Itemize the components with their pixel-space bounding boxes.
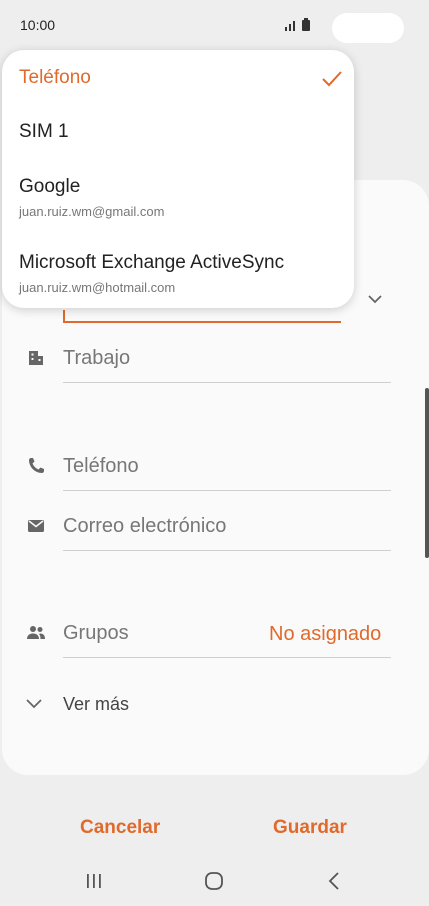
option-title: Microsoft Exchange ActiveSync <box>19 252 285 273</box>
back-icon[interactable] <box>319 867 349 895</box>
option-title: Google <box>19 176 81 197</box>
field-underline <box>63 382 391 383</box>
envelope-icon <box>28 520 44 532</box>
battery-icon <box>302 18 311 32</box>
navigation-bar <box>0 855 429 906</box>
field-label-phone: Teléfono <box>63 455 139 477</box>
option-subtitle: juan.ruiz.wm@gmail.com <box>19 204 165 219</box>
field-label-groups: Grupos <box>63 622 129 644</box>
save-button[interactable]: Guardar <box>273 817 347 839</box>
recent-apps-icon[interactable] <box>79 867 109 895</box>
field-underline <box>63 657 391 658</box>
signal-icon <box>285 20 295 31</box>
field-underline <box>63 550 391 551</box>
chevron-down-icon[interactable] <box>366 290 384 308</box>
status-time: 10:00 <box>20 17 56 33</box>
option-title: SIM 1 <box>19 121 69 142</box>
field-underline <box>63 490 391 491</box>
action-bar: Cancelar Guardar <box>0 805 429 850</box>
home-icon[interactable] <box>199 867 229 895</box>
building-icon <box>29 351 43 365</box>
popup-option-phone[interactable]: Teléfono <box>2 50 354 106</box>
status-icons <box>284 17 311 32</box>
popup-option-exchange[interactable]: Microsoft Exchange ActiveSync juan.ruiz.… <box>2 238 354 304</box>
groups-value[interactable]: No asignado <box>269 623 381 646</box>
popup-option-sim1[interactable]: SIM 1 <box>2 106 354 158</box>
field-label-work: Trabajo <box>63 347 131 369</box>
active-field-underline <box>63 321 341 323</box>
chevron-down-icon[interactable] <box>24 693 44 713</box>
field-label-email: Correo electrónico <box>63 515 227 537</box>
check-icon <box>322 71 342 87</box>
people-icon <box>27 626 45 639</box>
storage-location-popup: Teléfono SIM 1 Google juan.ruiz.wm@gmail… <box>2 50 354 308</box>
popup-option-google[interactable]: Google juan.ruiz.wm@gmail.com <box>2 160 354 228</box>
scrollbar[interactable] <box>425 388 429 558</box>
cancel-button[interactable]: Cancelar <box>80 817 160 839</box>
see-more-button[interactable]: Ver más <box>63 694 129 715</box>
option-subtitle: juan.ruiz.wm@hotmail.com <box>19 280 176 295</box>
phone-icon <box>29 458 44 473</box>
status-pill <box>332 13 404 43</box>
status-bar: 10:00 <box>0 0 429 50</box>
option-title: Teléfono <box>19 67 91 88</box>
